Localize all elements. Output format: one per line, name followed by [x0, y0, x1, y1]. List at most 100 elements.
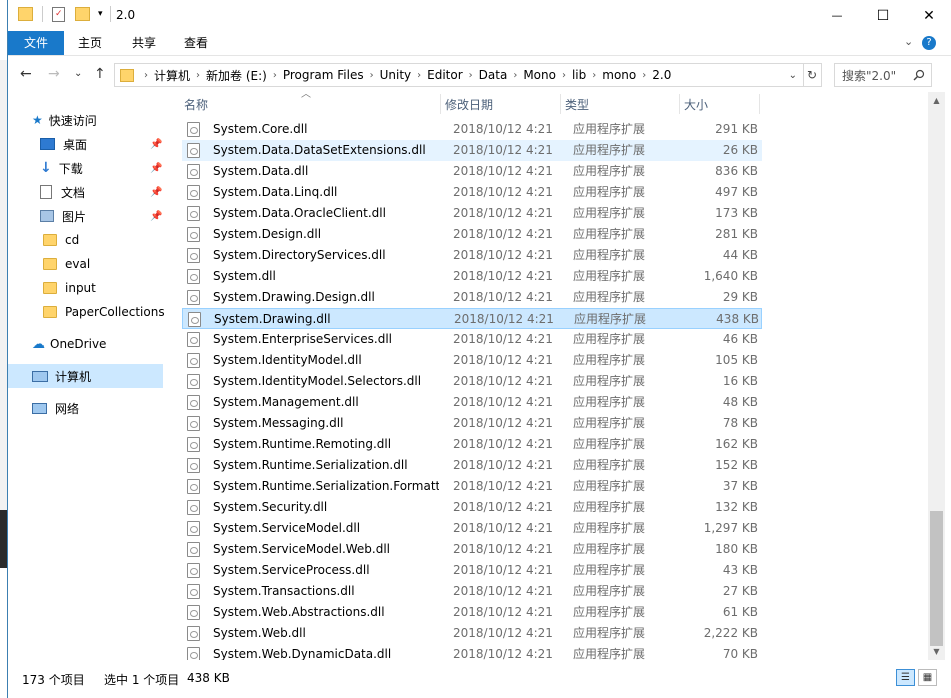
- tab-view[interactable]: 查看: [170, 31, 222, 55]
- table-row[interactable]: System.EnterpriseServices.dll 2018/10/12 …: [182, 329, 762, 350]
- ribbon-expand-icon[interactable]: ⌄: [904, 35, 913, 48]
- address-bar[interactable]: › 计算机 › 新加卷 (E:) › Program Files › Unity › E…: [114, 63, 804, 87]
- scroll-up-icon[interactable]: ▲: [928, 92, 945, 109]
- file-name: System.ServiceModel.Web.dll: [213, 542, 391, 556]
- sidebar-item-computer[interactable]: 计算机: [8, 364, 163, 388]
- breadcrumb-editor[interactable]: Editor: [427, 68, 463, 82]
- customize-toolbar-icon[interactable]: ▾: [98, 9, 103, 19]
- table-row[interactable]: System.Security.dll 2018/10/12 4:21 应用程序扩展…: [182, 497, 762, 518]
- address-dropdown-icon[interactable]: ⌄: [789, 70, 797, 81]
- file-date: 2018/10/12 4:21: [453, 479, 553, 493]
- breadcrumb-program-files[interactable]: Program Files: [283, 68, 364, 82]
- back-button[interactable]: ←: [20, 66, 32, 82]
- breadcrumb-mono[interactable]: mono: [602, 68, 636, 82]
- file-size: 43 KB: [722, 563, 758, 577]
- help-icon[interactable]: ?: [922, 36, 936, 50]
- large-icons-view-button[interactable]: ▦: [918, 669, 937, 686]
- tab-home[interactable]: 主页: [64, 31, 116, 55]
- table-row[interactable]: System.Web.Abstractions.dll 2018/10/12 4:…: [182, 602, 762, 623]
- breadcrumb-unity[interactable]: Unity: [380, 68, 412, 82]
- file-date: 2018/10/12 4:21: [453, 122, 553, 136]
- file-date: 2018/10/12 4:21: [453, 416, 553, 430]
- file-size: 438 KB: [716, 312, 759, 326]
- up-button[interactable]: ↑: [94, 66, 106, 82]
- folder-icon[interactable]: [18, 7, 33, 21]
- breadcrumb-lib[interactable]: lib: [572, 68, 586, 82]
- pin-icon: 📌: [150, 138, 163, 150]
- table-row[interactable]: System.ServiceModel.dll 2018/10/12 4:21 应用…: [182, 518, 762, 539]
- sidebar-item-input[interactable]: input: [43, 276, 96, 300]
- table-row[interactable]: System.Transactions.dll 2018/10/12 4:21 应用…: [182, 581, 762, 602]
- sidebar-item-cd[interactable]: cd: [43, 228, 79, 252]
- vertical-scrollbar[interactable]: ▲ ▼: [928, 92, 945, 660]
- minimize-button[interactable]: —: [814, 0, 860, 31]
- table-row[interactable]: System.IdentityModel.dll 2018/10/12 4:21 应…: [182, 350, 762, 371]
- column-header-size[interactable]: 大小: [684, 92, 708, 116]
- dll-file-icon: [187, 437, 200, 452]
- sidebar-item-network[interactable]: 网络: [32, 396, 79, 420]
- recent-locations-button[interactable]: ⌄: [74, 68, 82, 79]
- file-type: 应用程序扩展: [573, 458, 646, 472]
- refresh-button[interactable]: ↻: [803, 63, 822, 87]
- sort-ascending-icon: ︿: [301, 92, 311, 100]
- details-view-button[interactable]: ☰: [896, 669, 915, 686]
- table-row[interactable]: System.Runtime.Serialization.Formatt... 2…: [182, 476, 762, 497]
- breadcrumb-2-0[interactable]: 2.0: [652, 68, 671, 82]
- search-input[interactable]: 搜索"2.0": [834, 63, 932, 87]
- sidebar-item-onedrive[interactable]: ☁ OneDrive: [32, 332, 106, 356]
- table-row[interactable]: System.Runtime.Remoting.dll 2018/10/12 4:…: [182, 434, 762, 455]
- table-row[interactable]: System.ServiceModel.Web.dll 2018/10/12 4:…: [182, 539, 762, 560]
- sidebar-item-downloads[interactable]: ↓ 下载 📌: [40, 156, 168, 180]
- dll-file-icon: [187, 290, 200, 305]
- close-button[interactable]: ✕: [906, 0, 951, 31]
- table-row[interactable]: System.Messaging.dll 2018/10/12 4:21 应用程序扩…: [182, 413, 762, 434]
- table-row[interactable]: System.Web.DynamicData.dll 2018/10/12 4:2…: [182, 644, 762, 660]
- table-row[interactable]: System.IdentityModel.Selectors.dll 2018/1…: [182, 371, 762, 392]
- sidebar-item-pictures[interactable]: 图片 📌: [40, 204, 168, 228]
- file-type: 应用程序扩展: [573, 584, 646, 598]
- breadcrumb-drive[interactable]: 新加卷 (E:): [206, 67, 267, 84]
- tab-share[interactable]: 共享: [118, 31, 170, 55]
- breadcrumb-data[interactable]: Data: [479, 68, 508, 82]
- table-row[interactable]: System.ServiceProcess.dll 2018/10/12 4:21…: [182, 560, 762, 581]
- dll-file-icon: [187, 269, 200, 284]
- folder-icon: [43, 282, 57, 294]
- file-name: System.Runtime.Serialization.dll: [213, 458, 408, 472]
- pin-icon: 📌: [150, 210, 163, 222]
- breadcrumb-mono-dir[interactable]: Mono: [523, 68, 556, 82]
- selection-size: 438 KB: [187, 671, 230, 685]
- dll-file-icon: [187, 122, 200, 137]
- file-type: 应用程序扩展: [573, 122, 646, 136]
- sidebar-item-desktop[interactable]: 桌面 📌: [40, 132, 168, 156]
- forward-button[interactable]: →: [48, 66, 60, 82]
- maximize-button[interactable]: ☐: [860, 0, 906, 31]
- tab-file[interactable]: 文件: [8, 31, 64, 55]
- table-row[interactable]: System.Data.Linq.dll 2018/10/12 4:21 应用程序扩…: [182, 182, 762, 203]
- table-row[interactable]: System.Data.DataSetExtensions.dll 2018/10…: [182, 140, 762, 161]
- column-header-name[interactable]: 名称: [184, 92, 208, 116]
- table-row[interactable]: System.Data.dll 2018/10/12 4:21 应用程序扩展 836 …: [182, 161, 762, 182]
- properties-icon[interactable]: ✓: [52, 6, 65, 22]
- table-row[interactable]: System.Management.dll 2018/10/12 4:21 应用程序…: [182, 392, 762, 413]
- file-size: 291 KB: [715, 122, 758, 136]
- table-row[interactable]: System.DirectoryServices.dll 2018/10/12 4…: [182, 245, 762, 266]
- sidebar-item-documents[interactable]: 文档 📌: [40, 180, 168, 204]
- table-row[interactable]: System.Runtime.Serialization.dll 2018/10/…: [182, 455, 762, 476]
- new-folder-icon[interactable]: [75, 7, 90, 21]
- table-row[interactable]: System.Drawing.Design.dll 2018/10/12 4:21…: [182, 287, 762, 308]
- sidebar-item-eval[interactable]: eval: [43, 252, 90, 276]
- breadcrumb-computer[interactable]: 计算机: [154, 67, 190, 84]
- table-row[interactable]: System.Design.dll 2018/10/12 4:21 应用程序扩展 28…: [182, 224, 762, 245]
- table-row[interactable]: System.Core.dll 2018/10/12 4:21 应用程序扩展 291 …: [182, 119, 762, 140]
- sidebar-item-quick-access[interactable]: ★ 快速访问: [32, 108, 97, 132]
- table-row[interactable]: System.dll 2018/10/12 4:21 应用程序扩展 1,640 KB: [182, 266, 762, 287]
- scroll-down-icon[interactable]: ▼: [928, 643, 945, 660]
- column-header-type[interactable]: 类型: [565, 92, 589, 116]
- table-row[interactable]: System.Drawing.dll 2018/10/12 4:21 应用程序扩展 4…: [182, 308, 762, 329]
- file-date: 2018/10/12 4:21: [453, 353, 553, 367]
- scrollbar-thumb[interactable]: [930, 511, 943, 646]
- table-row[interactable]: System.Web.dll 2018/10/12 4:21 应用程序扩展 2,222…: [182, 623, 762, 644]
- column-header-date[interactable]: 修改日期: [445, 92, 493, 116]
- table-row[interactable]: System.Data.OracleClient.dll 2018/10/12 4…: [182, 203, 762, 224]
- sidebar-item-papercollections[interactable]: PaperCollections: [43, 300, 165, 324]
